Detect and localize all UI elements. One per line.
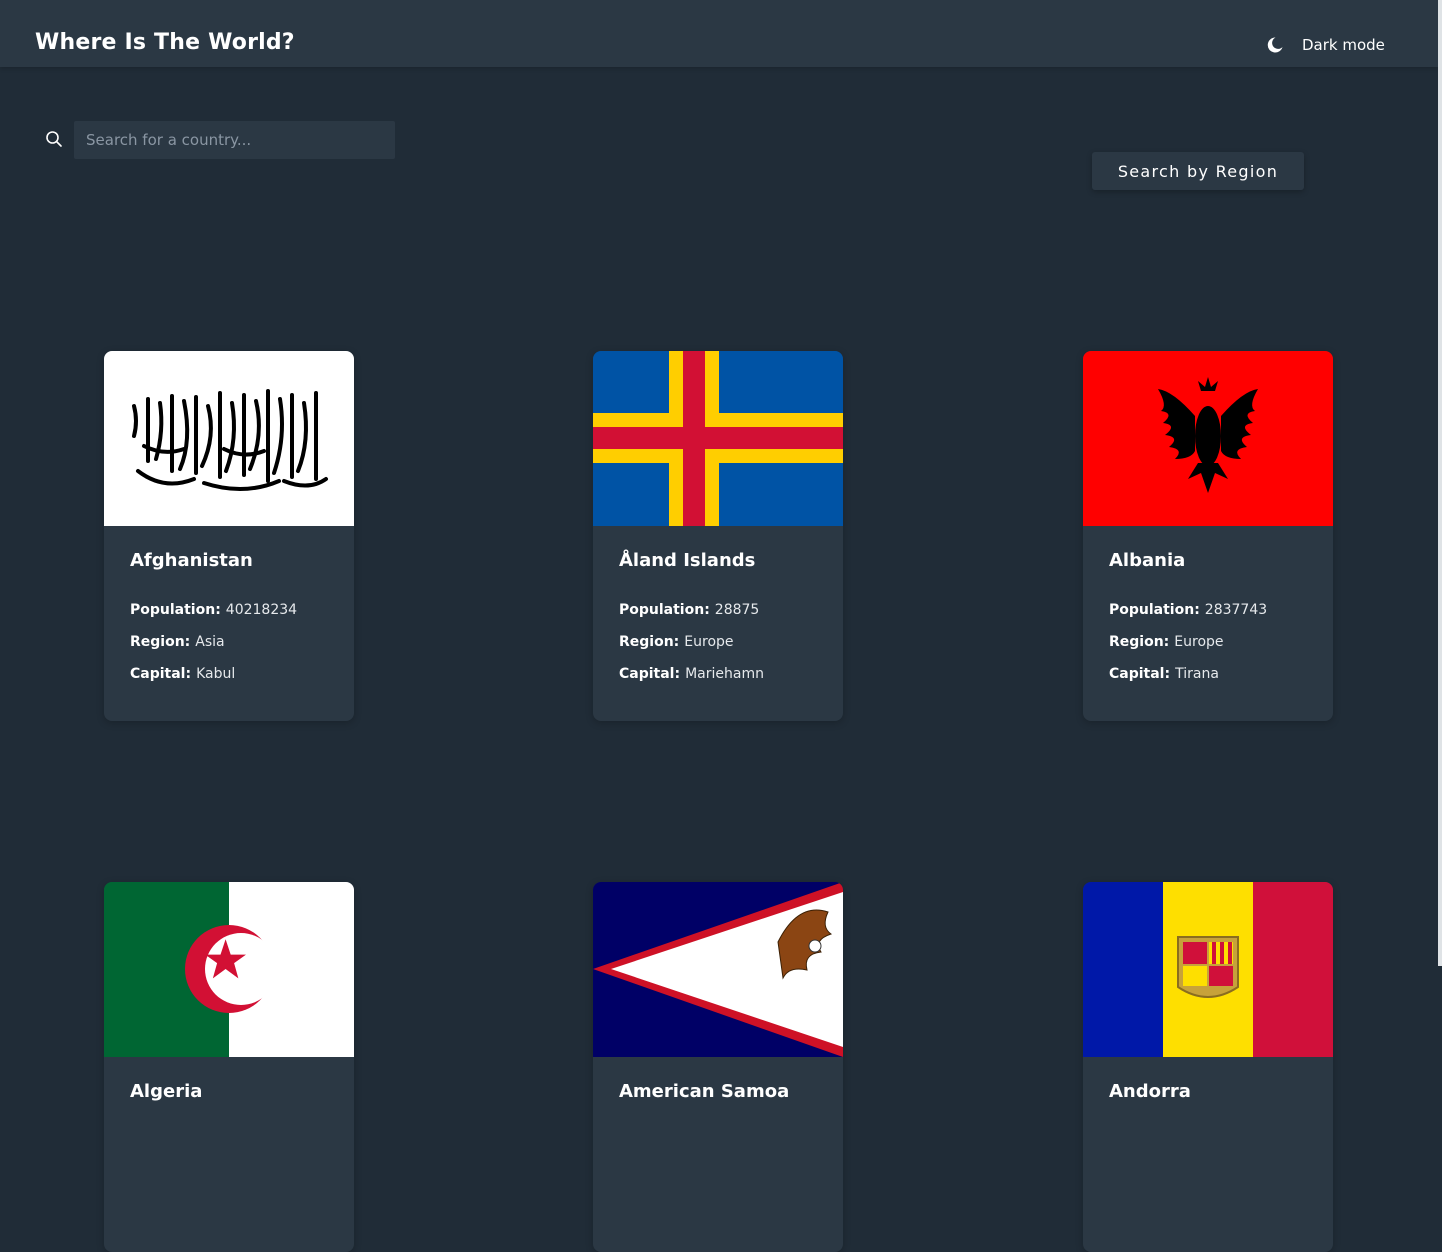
capital-label: Capital: (1109, 666, 1171, 682)
country-card-afghanistan[interactable]: Afghanistan Population: 40218234 Region: A… (104, 351, 354, 721)
capital-row: Capital: Kabul (130, 666, 235, 682)
search-input[interactable] (74, 121, 395, 159)
population-row: Population: 40218234 (130, 602, 297, 618)
dark-mode-toggle[interactable]: Dark mode (1266, 36, 1385, 54)
population-label: Population: (130, 602, 221, 618)
flag-albania (1083, 351, 1333, 526)
flag-american-samoa (593, 882, 843, 1057)
country-card-algeria[interactable]: Algeria (104, 882, 354, 1252)
capital-value: Kabul (196, 666, 236, 682)
country-name: Åland Islands (619, 550, 756, 571)
country-card-aland-islands[interactable]: Åland Islands Population: 28875 Region: Eu… (593, 351, 843, 721)
region-value: Europe (1174, 634, 1224, 650)
capital-row: Capital: Mariehamn (619, 666, 764, 682)
capital-row: Capital: Tirana (1109, 666, 1219, 682)
region-label: Region: (130, 634, 191, 650)
region-row: Region: Europe (1109, 634, 1224, 650)
country-name: Algeria (130, 1081, 203, 1102)
population-row: Population: 28875 (619, 602, 759, 618)
population-value: 40218234 (225, 602, 298, 618)
capital-label: Capital: (619, 666, 681, 682)
dark-mode-label: Dark mode (1302, 36, 1385, 54)
country-card-andorra[interactable]: Andorra (1083, 882, 1333, 1252)
population-label: Population: (619, 602, 710, 618)
flag-afghanistan (104, 351, 354, 526)
capital-value: Tirana (1175, 666, 1219, 682)
country-card-american-samoa[interactable]: American Samoa (593, 882, 843, 1252)
flag-andorra (1083, 882, 1333, 1057)
scrollbar[interactable] (1438, 0, 1442, 966)
country-name: American Samoa (619, 1081, 790, 1102)
region-value: Asia (195, 634, 225, 650)
population-value: 2837743 (1204, 602, 1268, 618)
region-label: Region: (1109, 634, 1170, 650)
region-label: Region: (619, 634, 680, 650)
header: Where Is The World? Dark mode (0, 0, 1438, 67)
population-row: Population: 2837743 (1109, 602, 1267, 618)
region-row: Region: Asia (130, 634, 225, 650)
country-name: Afghanistan (130, 550, 253, 571)
search-icon (46, 131, 62, 147)
capital-label: Capital: (130, 666, 192, 682)
population-label: Population: (1109, 602, 1200, 618)
region-value: Europe (684, 634, 734, 650)
region-filter-button[interactable]: Search by Region (1092, 152, 1304, 190)
country-name: Albania (1109, 550, 1186, 571)
region-row: Region: Europe (619, 634, 734, 650)
country-card-albania[interactable]: Albania Population: 2837743 Region: Europe… (1083, 351, 1333, 721)
flag-algeria (104, 882, 354, 1057)
flag-aland-islands (593, 351, 843, 526)
capital-value: Mariehamn (685, 666, 764, 682)
population-value: 28875 (714, 602, 760, 618)
app-title: Where Is The World? (35, 30, 295, 55)
moon-icon (1267, 37, 1283, 53)
country-name: Andorra (1109, 1081, 1191, 1102)
